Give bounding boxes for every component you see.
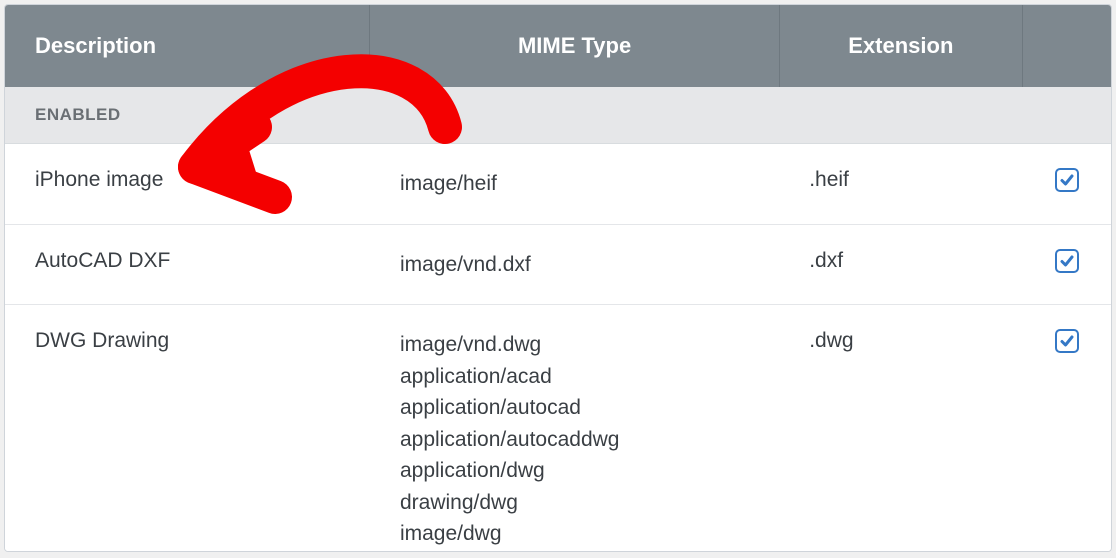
cell-extension: .heif: [779, 144, 1022, 225]
table-row: iPhone image image/heif .heif: [5, 144, 1111, 225]
mime-types-table: Description MIME Type Extension ENABLED …: [5, 5, 1111, 551]
cell-mime: image/vnd.dwg application/acad applicati…: [370, 305, 779, 552]
column-header-description[interactable]: Description: [5, 5, 370, 87]
table-row: DWG Drawing image/vnd.dwg application/ac…: [5, 305, 1111, 552]
column-header-mime-type[interactable]: MIME Type: [370, 5, 779, 87]
group-label: ENABLED: [5, 87, 1111, 144]
column-header-extension[interactable]: Extension: [779, 5, 1022, 87]
mime-value: application/acad: [400, 361, 749, 393]
mime-value: application/autocad: [400, 392, 749, 424]
mime-value: image/vnd.dwg: [400, 329, 749, 361]
cell-extension: .dxf: [779, 224, 1022, 305]
mime-value: image/vnd.dxf: [400, 249, 749, 281]
cell-description: AutoCAD DXF: [5, 224, 370, 305]
group-row-enabled: ENABLED: [5, 87, 1111, 144]
mime-types-table-container: Description MIME Type Extension ENABLED …: [4, 4, 1112, 552]
cell-description: DWG Drawing: [5, 305, 370, 552]
cell-extension: .dwg: [779, 305, 1022, 552]
mime-value: drawing/dwg: [400, 487, 749, 519]
check-icon: [1059, 333, 1075, 349]
check-icon: [1059, 172, 1075, 188]
mime-value: application/dwg: [400, 455, 749, 487]
enable-checkbox[interactable]: [1055, 329, 1079, 353]
mime-value: image/dwg: [400, 518, 749, 550]
cell-mime: image/heif: [370, 144, 779, 225]
column-header-checkbox: [1023, 5, 1112, 87]
scroll-area[interactable]: Description MIME Type Extension ENABLED …: [5, 5, 1111, 551]
table-row: AutoCAD DXF image/vnd.dxf .dxf: [5, 224, 1111, 305]
enable-checkbox[interactable]: [1055, 249, 1079, 273]
enable-checkbox[interactable]: [1055, 168, 1079, 192]
check-icon: [1059, 253, 1075, 269]
cell-mime: image/vnd.dxf: [370, 224, 779, 305]
mime-value: image/heif: [400, 168, 749, 200]
table-header-row: Description MIME Type Extension: [5, 5, 1111, 87]
cell-description: iPhone image: [5, 144, 370, 225]
mime-value: application/autocaddwg: [400, 424, 749, 456]
